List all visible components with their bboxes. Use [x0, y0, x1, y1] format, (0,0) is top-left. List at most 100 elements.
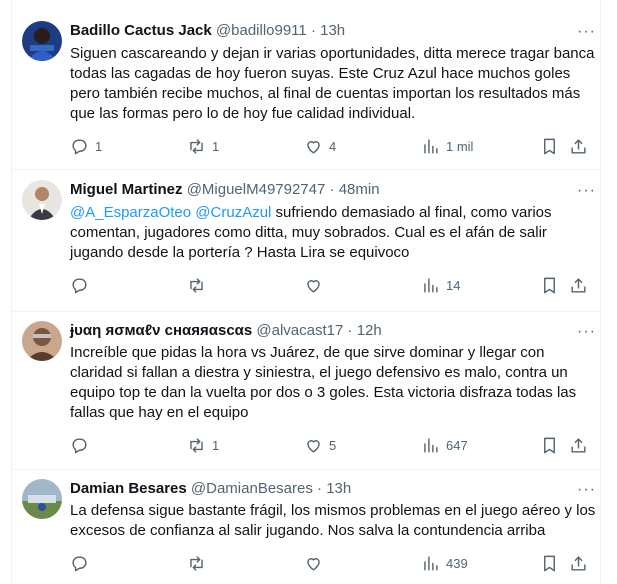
reply-button[interactable] — [70, 553, 95, 573]
bookmark-icon — [544, 437, 555, 453]
tweet-header: ɉυαη яσмαℓν cнαяяαѕcαѕ @alvacast17 · 12h — [70, 321, 590, 341]
more-options-icon[interactable]: ··· — [577, 324, 596, 340]
tweet[interactable]: Miguel Martinez @MiguelM49792747 · 48min… — [12, 170, 600, 312]
views-button[interactable]: 439 — [421, 553, 468, 573]
like-button[interactable]: 4 — [304, 136, 336, 156]
retweet-icon — [190, 555, 203, 571]
views-icon — [424, 138, 438, 154]
timestamp[interactable]: 12h — [357, 322, 382, 339]
retweet-button[interactable] — [187, 553, 212, 573]
tweet-header: Miguel Martinez @MiguelM49792747 · 48min — [70, 180, 590, 200]
bookmark-button[interactable] — [540, 275, 559, 295]
reply-icon — [72, 138, 87, 154]
tweet-actions: 439 — [70, 553, 600, 573]
separator-dot: · — [317, 480, 323, 497]
views-count: 439 — [446, 555, 468, 571]
reply-button[interactable] — [70, 435, 95, 455]
tweet-text: @A_EsparzaOteo @CruzAzul sufriendo demas… — [70, 203, 596, 263]
display-name[interactable]: ɉυαη яσмαℓν cнαяяαѕcαѕ — [70, 322, 252, 339]
display-name[interactable]: Damian Besares — [70, 480, 187, 497]
retweet-button[interactable]: 1 — [187, 136, 219, 156]
reply-count: 1 — [95, 138, 103, 154]
like-icon — [307, 557, 320, 571]
retweet-button[interactable] — [187, 275, 212, 295]
retweet-icon — [190, 277, 203, 293]
share-button[interactable] — [569, 136, 588, 156]
retweet-button[interactable]: 1 — [187, 435, 219, 455]
more-options-icon[interactable]: ··· — [577, 24, 596, 40]
views-count: 1 mil — [446, 138, 474, 154]
bookmark-icon — [544, 138, 555, 154]
timestamp[interactable]: 13h — [326, 480, 351, 497]
retweet-count: 1 — [212, 138, 220, 154]
reply-button[interactable]: 1 — [70, 136, 102, 156]
tweet-header: Damian Besares @DamianBesares · 13h — [70, 479, 590, 499]
mention-link[interactable]: @A_EsparzaOteo — [70, 204, 191, 221]
avatar[interactable] — [22, 479, 62, 519]
bookmark-icon — [544, 277, 555, 293]
views-icon — [424, 437, 438, 453]
tweet-actions: 1 5 647 — [70, 435, 600, 455]
retweet-count: 1 — [212, 437, 220, 453]
share-button[interactable] — [569, 275, 588, 295]
views-button[interactable]: 647 — [421, 435, 468, 455]
bookmark-button[interactable] — [540, 553, 559, 573]
share-button[interactable] — [569, 553, 588, 573]
display-name[interactable]: Miguel Martinez — [70, 181, 183, 198]
avatar[interactable] — [22, 21, 62, 61]
user-handle[interactable]: @alvacast17 — [256, 322, 343, 339]
share-icon — [571, 555, 586, 571]
retweet-icon — [190, 138, 203, 154]
user-handle[interactable]: @badillo9911 — [216, 22, 307, 39]
share-icon — [571, 138, 586, 154]
separator-dot: · — [310, 22, 316, 39]
timeline-border-right — [600, 0, 601, 584]
views-button[interactable]: 14 — [421, 275, 460, 295]
separator-dot: · — [329, 181, 335, 198]
reply-icon — [72, 277, 87, 293]
views-icon — [424, 555, 438, 571]
avatar[interactable] — [22, 180, 62, 220]
bookmark-button[interactable] — [540, 435, 559, 455]
reply-icon — [72, 555, 87, 571]
tweet-header: Badillo Cactus Jack @badillo9911 · 13h — [70, 21, 590, 41]
tweet-text: Increíble que pidas la hora vs Juárez, d… — [70, 344, 577, 421]
timestamp[interactable]: 13h — [320, 22, 345, 39]
tweet-text: La defensa sigue bastante frágil, los mi… — [70, 502, 596, 539]
display-name[interactable]: Badillo Cactus Jack — [70, 22, 212, 39]
views-count: 647 — [446, 437, 468, 453]
more-options-icon[interactable]: ··· — [577, 183, 596, 199]
views-button[interactable]: 1 mil — [421, 136, 473, 156]
tweet-actions: 14 — [70, 275, 600, 295]
reply-button[interactable] — [70, 275, 95, 295]
more-options-icon[interactable]: ··· — [577, 482, 596, 498]
tweet-actions: 1 1 4 1 mil — [70, 136, 600, 156]
mention-link[interactable]: @CruzAzul — [195, 204, 271, 221]
like-button[interactable]: 5 — [304, 435, 336, 455]
reply-icon — [72, 437, 87, 453]
like-count: 4 — [329, 138, 337, 154]
views-icon — [424, 277, 438, 293]
like-icon — [307, 140, 320, 154]
views-count: 14 — [446, 277, 461, 293]
like-count: 5 — [329, 437, 337, 453]
tweet-text: Siguen cascareando y dejan ir varias opo… — [70, 45, 595, 122]
user-handle[interactable]: @MiguelM49792747 — [187, 181, 326, 198]
like-icon — [307, 279, 320, 293]
like-icon — [307, 439, 320, 453]
like-button[interactable] — [304, 553, 329, 573]
tweet[interactable]: Damian Besares @DamianBesares · 13h ··· … — [12, 470, 600, 584]
share-icon — [571, 277, 586, 293]
timestamp[interactable]: 48min — [339, 181, 380, 198]
share-button[interactable] — [569, 435, 588, 455]
separator-dot: · — [347, 322, 353, 339]
bookmark-button[interactable] — [540, 136, 559, 156]
retweet-icon — [190, 437, 203, 453]
avatar[interactable] — [22, 321, 62, 361]
tweet[interactable]: Badillo Cactus Jack @badillo9911 · 13h ·… — [12, 0, 600, 170]
tweet[interactable]: ɉυαη яσмαℓν cнαяяαѕcαѕ @alvacast17 · 12h… — [12, 312, 600, 470]
user-handle[interactable]: @DamianBesares — [191, 480, 313, 497]
like-button[interactable] — [304, 275, 329, 295]
bookmark-icon — [544, 555, 555, 571]
share-icon — [571, 437, 586, 453]
